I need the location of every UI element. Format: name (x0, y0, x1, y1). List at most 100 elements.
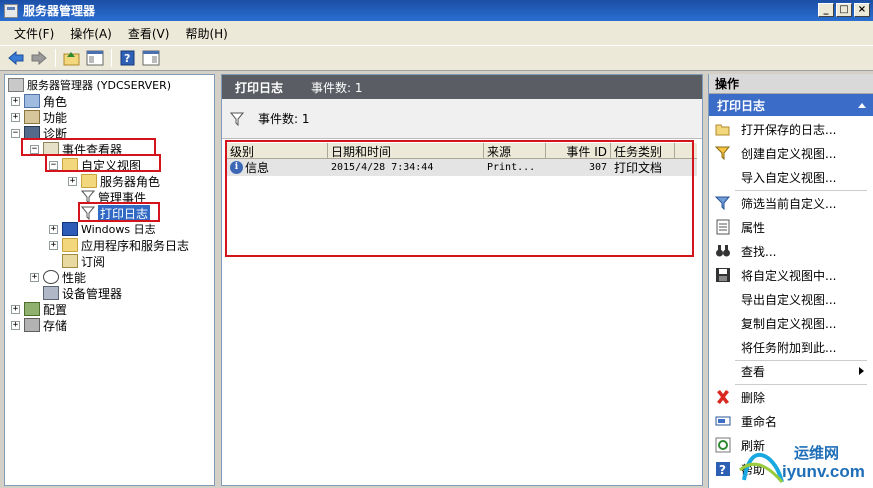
console-tree-icon (86, 50, 104, 66)
show-action-pane-button[interactable] (141, 48, 161, 68)
help-toolbar-button[interactable]: ? (118, 48, 138, 68)
center-pane: 打印日志 事件数: 1 事件数: 1 级别 日期和时间 来源 事件 ID 任务类… (221, 74, 703, 486)
filter-summary: 事件数: 1 (222, 99, 702, 139)
action-label: 复制自定义视图... (741, 316, 837, 331)
action-view-submenu[interactable]: 查看 (709, 360, 873, 382)
collapse-icon[interactable]: − (11, 128, 20, 138)
collapse-up-icon[interactable] (857, 101, 867, 109)
actions-pane: 操作 打印日志 打开保存的日志... 创建自定义视图... 导入自定义视图...… (708, 74, 873, 488)
action-attach-task[interactable]: 将任务附加到此... (709, 336, 873, 358)
action-filter-current[interactable]: 筛选当前自定义... (709, 192, 873, 214)
expand-icon[interactable]: + (49, 224, 58, 234)
action-label: 筛选当前自定义... (741, 196, 837, 211)
action-label: 查找... (741, 244, 777, 259)
watermark: 运维网 iyunv.com (738, 440, 868, 486)
tree-item-server-roles[interactable]: + 服务器角色 (68, 173, 160, 189)
tree-label: 功能 (43, 110, 68, 125)
expand-icon[interactable]: + (11, 112, 20, 122)
help-icon: ? (716, 462, 730, 477)
configuration-icon (24, 302, 40, 316)
expand-icon[interactable]: + (11, 304, 20, 314)
folder-up-icon (63, 52, 80, 66)
tree-item-configuration[interactable]: + 配置 (11, 301, 67, 317)
tree-label: Windows 日志 (81, 223, 156, 236)
expand-icon[interactable]: + (11, 96, 20, 106)
action-label: 将任务附加到此... (741, 340, 837, 355)
svg-text:?: ? (124, 52, 130, 65)
action-delete[interactable]: 删除 (709, 386, 873, 408)
menu-view[interactable]: 查看(V) (120, 25, 178, 42)
action-label: 重命名 (741, 414, 778, 429)
action-copy-custom-view[interactable]: 复制自定义视图... (709, 312, 873, 334)
menu-action[interactable]: 操作(A) (62, 25, 120, 42)
action-label: 导出自定义视图... (741, 292, 837, 307)
back-button[interactable] (6, 48, 26, 68)
action-properties[interactable]: 属性 (709, 216, 873, 238)
action-import-custom-view[interactable]: 导入自定义视图... (709, 166, 873, 188)
action-label: 创建自定义视图... (741, 146, 837, 161)
svg-text:?: ? (719, 463, 726, 477)
actions-divider (735, 190, 867, 191)
save-icon (716, 268, 730, 282)
expand-icon[interactable]: + (68, 176, 77, 186)
tree-label: 服务器管理器 (YDCSERVER) (27, 79, 172, 92)
menu-file[interactable]: 文件(F) (6, 25, 62, 42)
tree-item-windows-logs[interactable]: + Windows 日志 (49, 221, 156, 237)
minimize-button[interactable]: _ (818, 3, 834, 17)
action-open-saved-log[interactable]: 打开保存的日志... (709, 118, 873, 140)
open-folder-icon (715, 124, 730, 136)
window-controls: _ □ × (818, 3, 870, 17)
actions-divider (735, 384, 867, 385)
tree-item-server-manager[interactable]: 服务器管理器 (YDCSERVER) (8, 77, 171, 93)
action-rename[interactable]: 重命名 (709, 410, 873, 432)
server-manager-app-icon (4, 3, 18, 18)
tree-label: 性能 (62, 270, 87, 285)
highlight-box-events-grid (225, 140, 694, 257)
tree-label: 角色 (43, 94, 68, 109)
action-label: 将自定义视图中... (741, 268, 837, 283)
subscriptions-icon (62, 254, 78, 268)
actions-section-print-log[interactable]: 打印日志 (709, 94, 873, 116)
up-level-button[interactable] (62, 48, 82, 68)
expand-icon[interactable]: + (30, 272, 39, 282)
toolbar-separator (111, 49, 112, 67)
back-arrow-icon (8, 51, 24, 65)
action-find[interactable]: 查找... (709, 240, 873, 262)
tree-item-storage[interactable]: + 存储 (11, 317, 67, 333)
window-title: 服务器管理器 (23, 4, 96, 18)
tree-label: 配置 (43, 302, 68, 317)
filter-icon (230, 112, 244, 126)
menu-help[interactable]: 帮助(H) (177, 25, 235, 42)
forward-button[interactable] (29, 48, 49, 68)
watermark-logo-icon (739, 452, 784, 483)
rename-icon (715, 416, 731, 426)
action-export-custom-view[interactable]: 导出自定义视图... (709, 288, 873, 310)
tree-label: 订阅 (81, 254, 106, 269)
expand-icon[interactable]: + (11, 320, 20, 330)
performance-icon (43, 270, 59, 284)
tree-item-features[interactable]: + 功能 (11, 109, 67, 125)
tree-label: 服务器角色 (100, 174, 161, 189)
tree-label: 应用程序和服务日志 (81, 238, 190, 253)
tree-item-subscriptions[interactable]: 订阅 (62, 253, 105, 269)
highlight-box-print-log (78, 202, 160, 222)
tree-item-performance[interactable]: + 性能 (30, 269, 86, 285)
menu-bar: 文件(F) 操作(A) 查看(V) 帮助(H) (0, 21, 873, 45)
tree-item-app-service-logs[interactable]: + 应用程序和服务日志 (49, 237, 189, 253)
action-save-events[interactable]: 将自定义视图中... (709, 264, 873, 286)
close-button[interactable]: × (854, 3, 870, 17)
action-pane-icon (142, 50, 160, 66)
action-label: 查看 (741, 364, 766, 379)
watermark-url: iyunv.com (782, 462, 865, 481)
action-create-custom-view[interactable]: 创建自定义视图... (709, 142, 873, 164)
show-hide-tree-button[interactable] (85, 48, 105, 68)
center-header: 打印日志 事件数: 1 (222, 75, 702, 99)
tree-item-roles[interactable]: + 角色 (11, 93, 67, 109)
maximize-button[interactable]: □ (836, 3, 852, 17)
console-tree: 服务器管理器 (YDCSERVER) + 角色 + 功能 − 诊断 − 事件查看… (4, 74, 215, 486)
action-label: 打开保存的日志... (741, 122, 837, 137)
tree-label: 存储 (43, 318, 68, 333)
tree-item-device-manager[interactable]: 设备管理器 (43, 285, 122, 301)
expand-icon[interactable]: + (49, 240, 58, 250)
action-label: 删除 (741, 390, 766, 405)
